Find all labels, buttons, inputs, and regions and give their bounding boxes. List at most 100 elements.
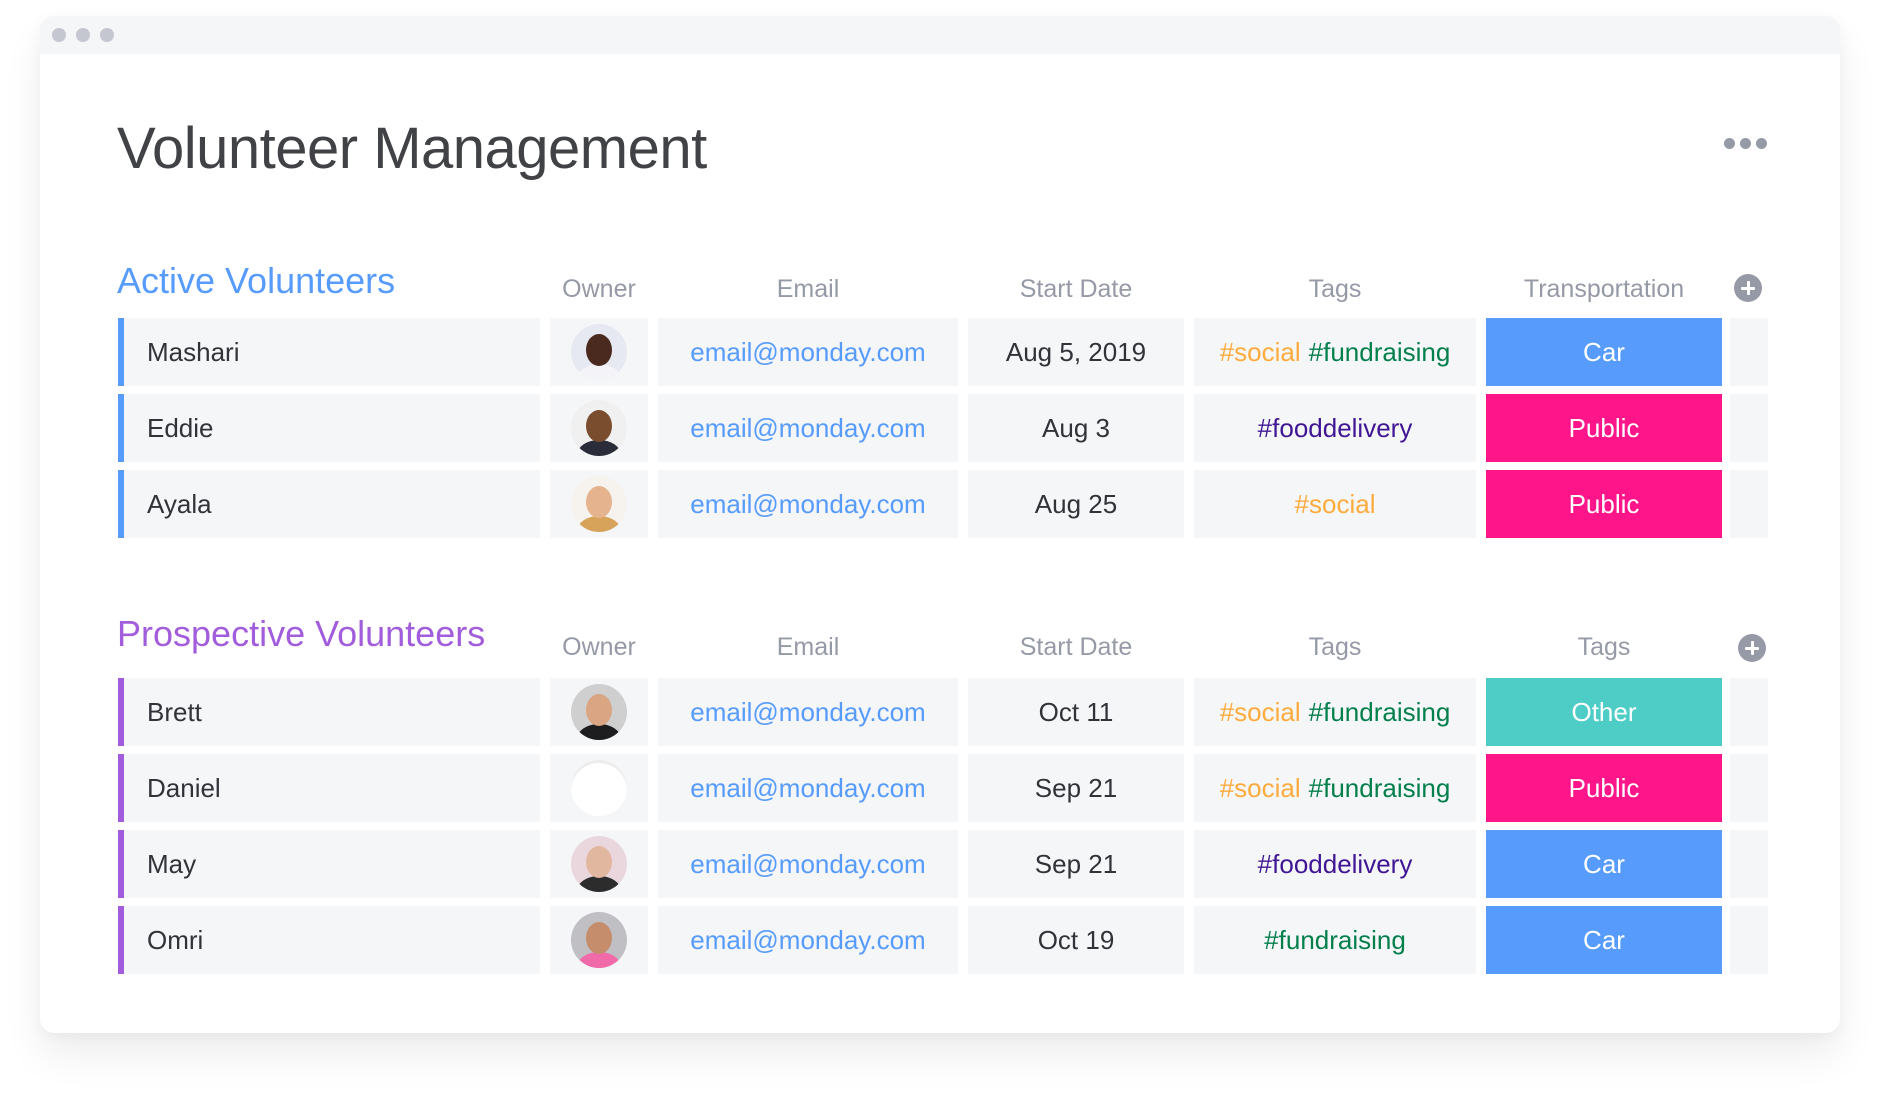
column-header-email[interactable]: Email xyxy=(658,632,958,662)
owner-cell[interactable] xyxy=(550,678,648,746)
column-header-tags[interactable]: Tags xyxy=(1194,274,1476,304)
owner-avatar-omri[interactable] xyxy=(571,912,627,968)
email-cell[interactable]: email@monday.com xyxy=(658,318,958,386)
email-link[interactable]: email@monday.com xyxy=(690,773,925,804)
tag-social[interactable]: #social xyxy=(1220,337,1301,368)
tags-cell[interactable]: #fooddelivery xyxy=(1194,394,1476,462)
add-column-button[interactable] xyxy=(1738,634,1766,662)
column-header-transportation[interactable]: Transportation xyxy=(1486,274,1722,304)
column-header-tags[interactable]: Tags xyxy=(1194,632,1476,662)
transportation-status-cell[interactable]: Car xyxy=(1486,906,1722,974)
item-name-cell[interactable]: Eddie xyxy=(118,394,540,462)
table-row[interactable]: May email@monday.com Sep 21 #fooddelivery Ca… xyxy=(40,830,1840,898)
start-date-cell[interactable]: Sep 21 xyxy=(968,830,1184,898)
empty-extra-cell[interactable] xyxy=(1730,678,1768,746)
empty-extra-cell[interactable] xyxy=(1730,318,1768,386)
transportation-status-cell[interactable]: Other xyxy=(1486,678,1722,746)
owner-cell[interactable] xyxy=(550,830,648,898)
empty-extra-cell[interactable] xyxy=(1730,394,1768,462)
tag-fooddelivery[interactable]: #fooddelivery xyxy=(1258,413,1413,444)
column-header-tags[interactable]: Tags xyxy=(1486,632,1722,662)
tag-fundraising[interactable]: #fundraising xyxy=(1309,773,1451,804)
item-name: Omri xyxy=(147,924,204,955)
email-link[interactable]: email@monday.com xyxy=(690,697,925,728)
owner-cell[interactable] xyxy=(550,754,648,822)
window-maximize-dot[interactable] xyxy=(100,28,114,42)
item-name-cell[interactable]: Ayala xyxy=(118,470,540,538)
group-title[interactable]: Active Volunteers xyxy=(117,261,395,301)
owner-avatar-ayala[interactable] xyxy=(571,476,627,532)
item-name-cell[interactable]: Mashari xyxy=(118,318,540,386)
start-date-cell[interactable]: Aug 3 xyxy=(968,394,1184,462)
owner-avatar-eddie[interactable] xyxy=(571,400,627,456)
tags-cell[interactable]: #social #fundraising xyxy=(1194,754,1476,822)
start-date-cell[interactable]: Aug 5, 2019 xyxy=(968,318,1184,386)
item-name-cell[interactable]: Omri xyxy=(118,906,540,974)
tags-cell[interactable]: #social #fundraising xyxy=(1194,318,1476,386)
email-cell[interactable]: email@monday.com xyxy=(658,470,958,538)
table-row[interactable]: Eddie email@monday.com Aug 3 #fooddelivery P… xyxy=(40,394,1840,462)
item-name-cell[interactable]: Brett xyxy=(118,678,540,746)
transportation-status-cell[interactable]: Public xyxy=(1486,754,1722,822)
tags-cell[interactable]: #social #fundraising xyxy=(1194,678,1476,746)
tag-fooddelivery[interactable]: #fooddelivery xyxy=(1258,849,1413,880)
group-title[interactable]: Prospective Volunteers xyxy=(117,614,485,654)
more-options-button[interactable] xyxy=(1724,138,1768,150)
owner-avatar-may[interactable] xyxy=(571,836,627,892)
owner-cell[interactable] xyxy=(550,906,648,974)
column-header-start-date[interactable]: Start Date xyxy=(968,274,1184,304)
owner-avatar-mashari[interactable] xyxy=(571,324,627,380)
transportation-status-cell[interactable]: Car xyxy=(1486,318,1722,386)
email-link[interactable]: email@monday.com xyxy=(690,413,925,444)
add-column-button[interactable] xyxy=(1734,274,1762,302)
email-cell[interactable]: email@monday.com xyxy=(658,394,958,462)
tags-cell[interactable]: #fooddelivery xyxy=(1194,830,1476,898)
email-cell[interactable]: email@monday.com xyxy=(658,678,958,746)
owner-avatar-brett[interactable] xyxy=(571,684,627,740)
email-link[interactable]: email@monday.com xyxy=(690,489,925,520)
tag-fundraising[interactable]: #fundraising xyxy=(1309,337,1451,368)
empty-extra-cell[interactable] xyxy=(1730,470,1768,538)
owner-cell[interactable] xyxy=(550,394,648,462)
start-date-cell[interactable]: Sep 21 xyxy=(968,754,1184,822)
column-header-start-date[interactable]: Start Date xyxy=(968,632,1184,662)
tag-social[interactable]: #social xyxy=(1220,773,1301,804)
board-title: Volunteer Management xyxy=(117,116,707,181)
item-name-cell[interactable]: May xyxy=(118,830,540,898)
tag-social[interactable]: #social xyxy=(1220,697,1301,728)
window-minimize-dot[interactable] xyxy=(76,28,90,42)
column-header-owner[interactable]: Owner xyxy=(550,274,648,304)
tags-cell[interactable]: #fundraising xyxy=(1194,906,1476,974)
column-header-email[interactable]: Email xyxy=(658,274,958,304)
start-date-cell[interactable]: Oct 19 xyxy=(968,906,1184,974)
table-row[interactable]: Omri email@monday.com Oct 19 #fundraising Ca… xyxy=(40,906,1840,974)
tag-fundraising[interactable]: #fundraising xyxy=(1309,697,1451,728)
table-row[interactable]: Daniel email@monday.com Sep 21 #social #fund… xyxy=(40,754,1840,822)
table-row[interactable]: Brett email@monday.com Oct 11 #social #fundr… xyxy=(40,678,1840,746)
table-row[interactable]: Ayala email@monday.com Aug 25 #social Public xyxy=(40,470,1840,538)
email-link[interactable]: email@monday.com xyxy=(690,849,925,880)
email-cell[interactable]: email@monday.com xyxy=(658,906,958,974)
email-link[interactable]: email@monday.com xyxy=(690,337,925,368)
transportation-status-cell[interactable]: Public xyxy=(1486,470,1722,538)
start-date-cell[interactable]: Oct 11 xyxy=(968,678,1184,746)
transportation-status-cell[interactable]: Car xyxy=(1486,830,1722,898)
tag-fundraising[interactable]: #fundraising xyxy=(1264,925,1406,956)
email-cell[interactable]: email@monday.com xyxy=(658,754,958,822)
empty-extra-cell[interactable] xyxy=(1730,906,1768,974)
tag-social[interactable]: #social xyxy=(1295,489,1376,520)
empty-extra-cell[interactable] xyxy=(1730,830,1768,898)
start-date-cell[interactable]: Aug 25 xyxy=(968,470,1184,538)
table-row[interactable]: Mashari email@monday.com Aug 5, 2019 #socia… xyxy=(40,318,1840,386)
email-cell[interactable]: email@monday.com xyxy=(658,830,958,898)
column-header-owner[interactable]: Owner xyxy=(550,632,648,662)
owner-cell[interactable] xyxy=(550,470,648,538)
email-link[interactable]: email@monday.com xyxy=(690,925,925,956)
empty-extra-cell[interactable] xyxy=(1730,754,1768,822)
transportation-status-cell[interactable]: Public xyxy=(1486,394,1722,462)
owner-cell[interactable] xyxy=(550,318,648,386)
tags-cell[interactable]: #social xyxy=(1194,470,1476,538)
owner-avatar-daniel[interactable] xyxy=(571,760,627,816)
item-name-cell[interactable]: Daniel xyxy=(118,754,540,822)
window-close-dot[interactable] xyxy=(52,28,66,42)
